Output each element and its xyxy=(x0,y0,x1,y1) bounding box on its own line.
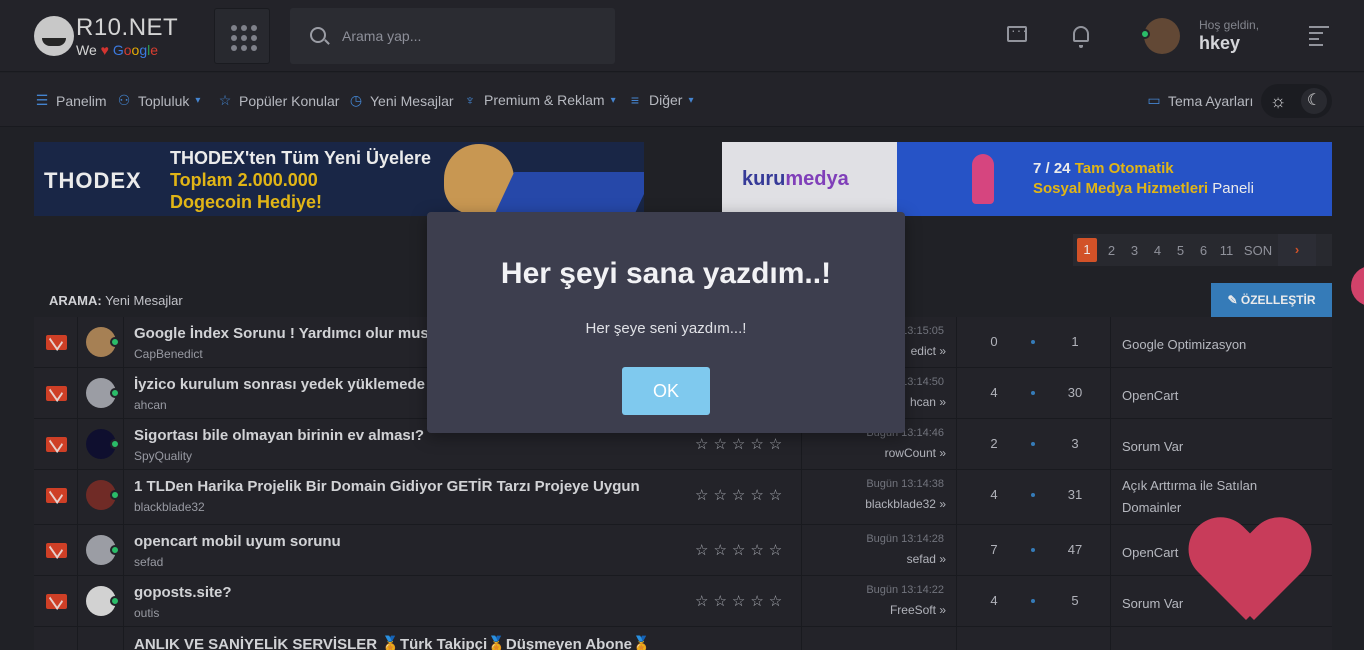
heart-icon xyxy=(1190,520,1310,632)
ok-button[interactable]: OK xyxy=(622,367,710,415)
dialog-title: Her şeyi sana yazdım..! xyxy=(500,257,832,290)
dialog-text: Her şeye seni yazdım...! xyxy=(585,320,747,337)
alert-dialog: Her şeyi sana yazdım..! Her şeye seni ya… xyxy=(427,212,905,433)
